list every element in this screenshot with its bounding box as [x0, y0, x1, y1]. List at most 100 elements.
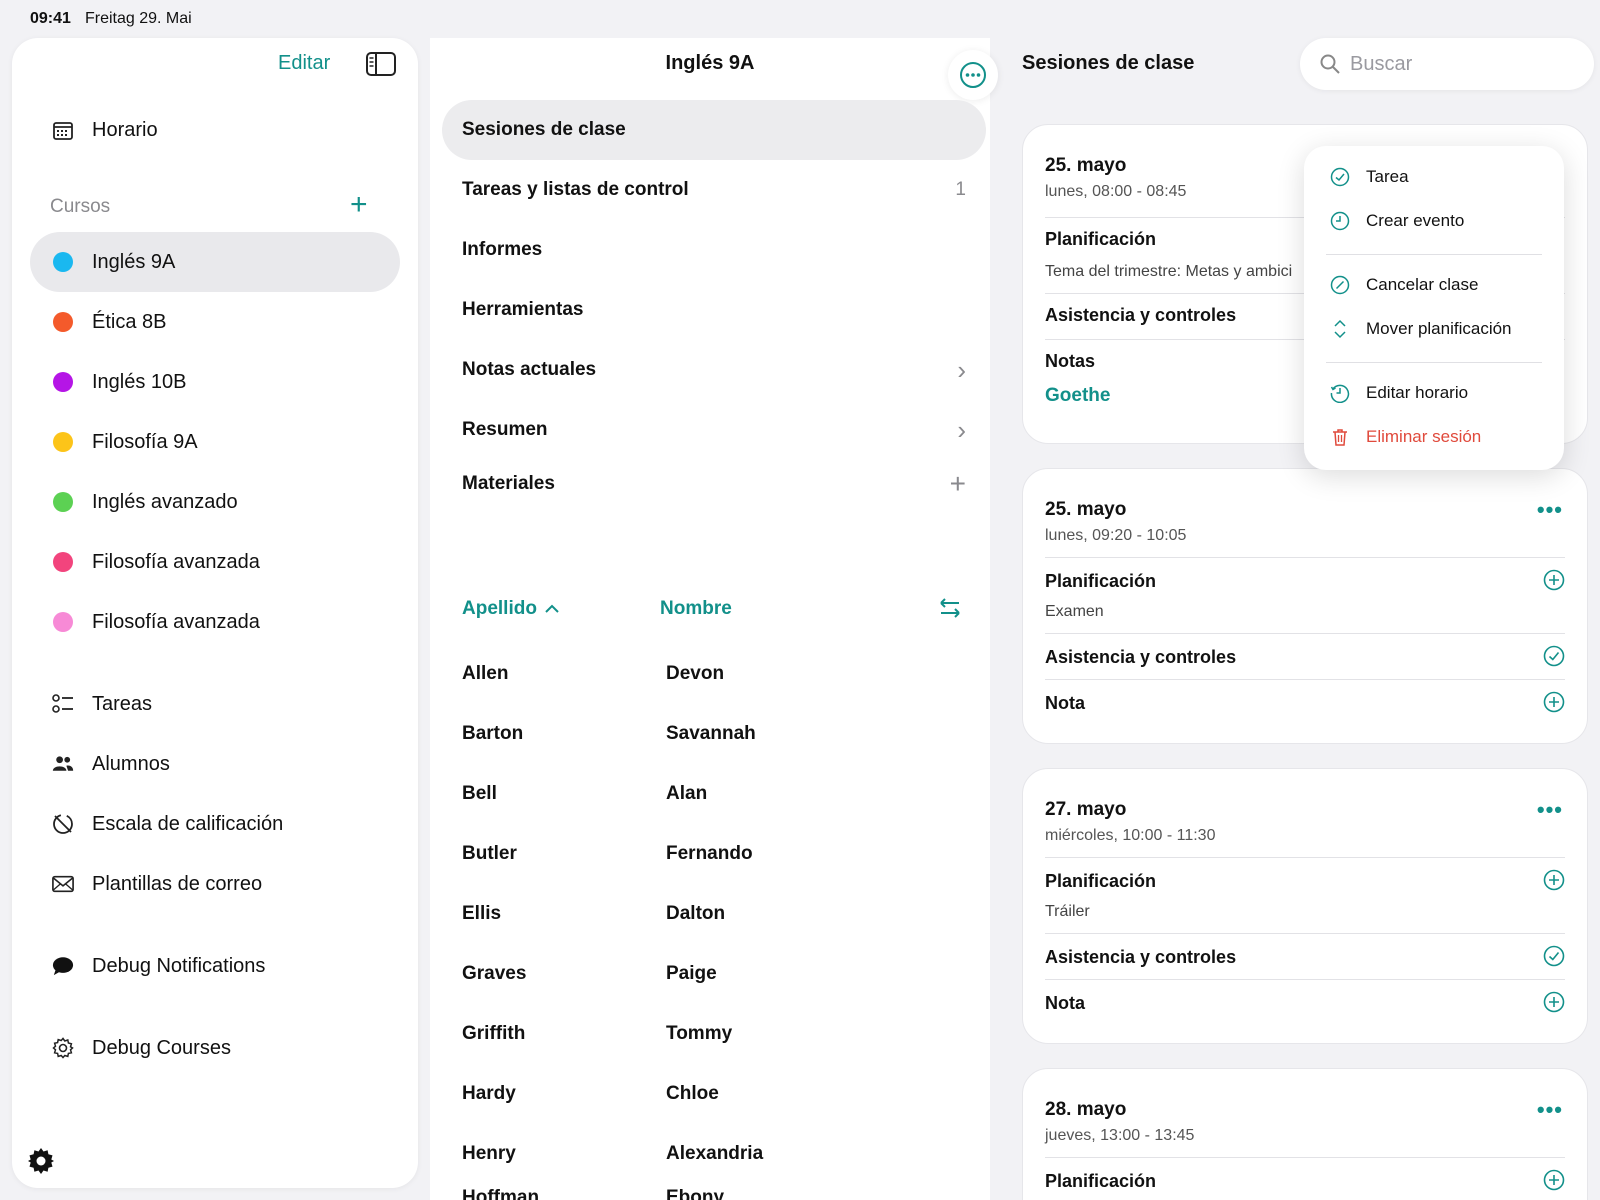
menu-item-reports[interactable]: Informes: [442, 220, 986, 280]
count-badge: 1: [955, 179, 966, 200]
sidebar-course-3[interactable]: Inglés 10B: [30, 352, 400, 412]
task-list-icon: [52, 693, 74, 715]
menu-item-label: Crear evento: [1366, 211, 1465, 230]
menu-item-current-grades[interactable]: Notas actuales ›: [442, 340, 986, 400]
add-circle-icon[interactable]: [1543, 691, 1565, 713]
courses-section-label: Cursos: [50, 196, 111, 217]
status-date: Freitag 29. Mai: [85, 10, 192, 27]
sidebar-item-email-templates[interactable]: Plantillas de correo: [30, 854, 400, 914]
sidebar-item-schedule[interactable]: Horario: [30, 100, 400, 160]
student-firstname: Dalton: [666, 903, 726, 924]
sidebar-course-4[interactable]: Filosofía 9A: [30, 412, 400, 472]
envelope-icon: [52, 873, 74, 895]
menu-item-class-sessions[interactable]: Sesiones de clase: [442, 100, 986, 160]
sort-firstname-header[interactable]: Nombre: [660, 598, 732, 620]
edit-button[interactable]: Editar: [278, 52, 330, 75]
menu-item-create-event[interactable]: Crear evento: [1330, 206, 1464, 236]
menu-item-edit-schedule[interactable]: Editar horario: [1330, 378, 1468, 408]
course-color-dot: [53, 312, 73, 332]
session-more-button[interactable]: •••: [1537, 497, 1563, 523]
note-link[interactable]: Goethe: [1045, 385, 1110, 407]
session-context-menu: Tarea Crear evento Cancelar clase Mover …: [1304, 146, 1564, 470]
more-options-button[interactable]: [948, 50, 998, 100]
menu-item-summary[interactable]: Resumen ›: [442, 400, 986, 460]
check-circle-icon[interactable]: [1543, 945, 1565, 967]
plus-icon[interactable]: +: [950, 468, 966, 500]
add-circle-icon[interactable]: [1543, 1169, 1565, 1191]
session-time: lunes, 08:00 - 08:45: [1045, 183, 1187, 200]
add-circle-icon[interactable]: [1543, 869, 1565, 891]
menu-item-materials[interactable]: Materiales +: [442, 454, 986, 514]
search-placeholder: Buscar: [1350, 52, 1413, 75]
student-row[interactable]: Griffith Tommy: [462, 1004, 962, 1064]
sidebar-item-debug-courses[interactable]: Debug Courses: [30, 1018, 400, 1078]
course-color-dot: [53, 432, 73, 452]
speech-bubble-icon: [52, 955, 74, 977]
settings-gear-icon[interactable]: [26, 1146, 56, 1176]
sidebar-course-7[interactable]: Filosofía avanzada: [30, 592, 400, 652]
student-firstname: Chloe: [666, 1083, 719, 1104]
search-field[interactable]: Buscar: [1300, 38, 1594, 90]
sidebar-item-label: Debug Notifications: [92, 954, 266, 977]
menu-item-delete-session[interactable]: Eliminar sesión: [1330, 422, 1481, 452]
add-circle-icon[interactable]: [1543, 991, 1565, 1013]
menu-item-cancel-class[interactable]: Cancelar clase: [1330, 270, 1478, 300]
student-row[interactable]: Allen Devon: [462, 644, 962, 704]
menu-item-tasks-checklists[interactable]: Tareas y listas de control 1: [442, 160, 986, 220]
sidebar-item-debug-notifications[interactable]: Debug Notifications: [30, 936, 400, 996]
add-circle-icon[interactable]: [1543, 569, 1565, 591]
student-row[interactable]: Butler Fernando: [462, 824, 962, 884]
menu-item-tools[interactable]: Herramientas: [442, 280, 986, 340]
student-row[interactable]: Graves Paige: [462, 944, 962, 1004]
student-row[interactable]: Hardy Chloe: [462, 1064, 962, 1124]
student-lastname: Barton: [462, 723, 524, 744]
sidebar-item-tasks[interactable]: Tareas: [30, 674, 400, 734]
sidebar-course-2[interactable]: Ética 8B: [30, 292, 400, 352]
course-color-dot: [53, 492, 73, 512]
menu-item-label: Tarea: [1366, 167, 1409, 186]
student-firstname: Devon: [666, 663, 725, 684]
menu-item-label: Cancelar clase: [1366, 275, 1479, 294]
student-row[interactable]: Barton Savannah: [462, 704, 962, 764]
sidebar-item-label: Debug Courses: [92, 1036, 231, 1059]
student-firstname: Ebony: [666, 1187, 725, 1200]
sidebar-toggle-icon[interactable]: [366, 52, 396, 76]
session-card: 25. mayo lunes, 09:20 - 10:05 ••• Planif…: [1022, 468, 1588, 744]
student-lastname: Ellis: [462, 903, 502, 924]
sidebar-item-label: Filosofía 9A: [92, 430, 198, 453]
sidebar-item-label: Filosofía avanzada: [92, 610, 260, 633]
student-row[interactable]: Hoffman Ebony: [462, 1168, 962, 1200]
status-time: 09:41: [30, 10, 71, 27]
student-lastname: Griffith: [462, 1023, 526, 1044]
sidebar-item-label: Inglés avanzado: [92, 490, 238, 513]
student-firstname: Alexandria: [666, 1143, 764, 1164]
check-circle-icon[interactable]: [1543, 645, 1565, 667]
student-row[interactable]: Bell Alan: [462, 764, 962, 824]
student-lastname: Hoffman: [462, 1187, 540, 1200]
move-arrows-icon: [1330, 319, 1350, 339]
sidebar-item-grading-scale[interactable]: Escala de calificación: [30, 794, 400, 854]
notes-label: Notas: [1045, 351, 1096, 371]
session-more-button[interactable]: •••: [1537, 797, 1563, 823]
sidebar-course-5[interactable]: Inglés avanzado: [30, 472, 400, 532]
status-bar: 09:41 Freitag 29. Mai: [0, 0, 1600, 1172]
sidebar-course-1[interactable]: Inglés 9A: [30, 232, 400, 292]
note-label: Nota: [1045, 993, 1085, 1013]
sidebar-course-6[interactable]: Filosofía avanzada: [30, 532, 400, 592]
chevron-right-icon: ›: [957, 414, 966, 445]
attendance-label[interactable]: Asistencia y controles: [1045, 305, 1236, 326]
course-detail-panel: Inglés 9A Sesiones de clase Tareas y lis…: [430, 38, 998, 1200]
session-more-button[interactable]: •••: [1537, 1097, 1563, 1123]
menu-item-move-planning[interactable]: Mover planificación: [1330, 314, 1512, 344]
sort-lastname-header[interactable]: Apellido: [462, 598, 559, 620]
sidebar-item-label: Alumnos: [92, 752, 170, 775]
student-row[interactable]: Ellis Dalton: [462, 884, 962, 944]
session-date: 25. mayo: [1045, 499, 1127, 520]
sidebar-item-students[interactable]: Alumnos: [30, 734, 400, 794]
add-course-button[interactable]: +: [350, 190, 368, 220]
menu-item-task[interactable]: Tarea: [1330, 162, 1409, 192]
menu-item-label: Tareas y listas de control: [462, 179, 689, 200]
swap-arrows-icon[interactable]: [936, 594, 964, 622]
attendance-label: Asistencia y controles: [1045, 647, 1237, 667]
student-firstname: Savannah: [666, 723, 756, 744]
